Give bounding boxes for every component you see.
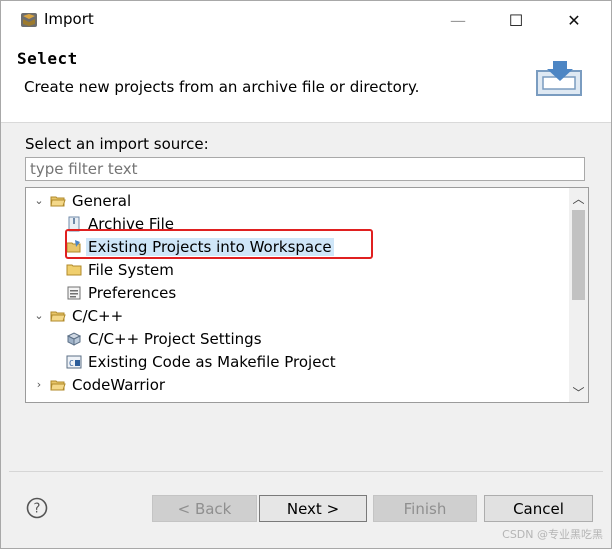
tree-item-label: C/C++ Project Settings [88, 329, 262, 348]
annotation-highlight-box [65, 229, 373, 259]
scroll-up-icon[interactable]: ︿ [569, 190, 588, 206]
tree-item[interactable]: C Existing Code as Makefile Project [66, 350, 338, 373]
tree-item-label: File System [88, 260, 174, 279]
import-source-tree[interactable]: ︿ ﹀ ⌄ General Archive File Existing Project… [25, 187, 589, 403]
chevron-down-icon[interactable]: ⌄ [32, 309, 46, 323]
tree-item[interactable]: › CodeWarrior [32, 373, 167, 396]
tree-item[interactable]: Preferences [66, 281, 178, 304]
finish-button[interactable]: Finish [373, 495, 477, 522]
svg-text:?: ? [34, 502, 41, 517]
tree-item[interactable]: ⌄ General [32, 189, 133, 212]
tree-item-label: Preferences [88, 283, 177, 302]
tree-item-label: General [72, 191, 132, 210]
next-button[interactable]: Next > [259, 495, 367, 522]
back-button[interactable]: < Back [152, 495, 257, 522]
help-icon[interactable]: ? [26, 497, 48, 519]
import-source-label: Select an import source: [25, 135, 209, 153]
footer-divider [9, 471, 603, 472]
close-button[interactable]: ✕ [551, 1, 597, 39]
project-settings-icon [66, 331, 82, 347]
maximize-button[interactable]: ☐ [493, 1, 539, 39]
filter-input[interactable] [25, 157, 585, 181]
tree-item[interactable]: File System [66, 258, 176, 281]
scroll-down-icon[interactable]: ﹀ [569, 384, 588, 400]
tree-item-label: CodeWarrior [72, 375, 166, 394]
tree-item-label: Existing Code as Makefile Project [88, 352, 336, 371]
preferences-icon [66, 285, 82, 301]
tree-scrollbar[interactable]: ︿ ﹀ [569, 188, 588, 402]
minimize-button[interactable]: — [435, 1, 481, 39]
folder-open-icon [50, 193, 66, 209]
window-title: Import [44, 10, 94, 28]
folder-open-icon [50, 308, 66, 324]
page-description: Create new projects from an archive file… [24, 78, 420, 96]
scroll-thumb[interactable] [572, 210, 585, 300]
watermark: CSDN @专业黑吃黑 [502, 528, 603, 541]
import-banner-icon [531, 57, 587, 99]
cancel-button[interactable]: Cancel [484, 495, 593, 522]
import-dialog: Import — ☐ ✕ Select Create new projects … [0, 0, 612, 549]
title-bar: Import — ☐ ✕ [1, 1, 611, 39]
svg-text:C: C [69, 359, 74, 368]
tree-item[interactable]: ⌄ C/C++ [32, 304, 125, 327]
wizard-header: Select Create new projects from an archi… [1, 39, 611, 123]
folder-icon [66, 262, 82, 278]
folder-open-icon [50, 377, 66, 393]
chevron-down-icon[interactable]: ⌄ [32, 194, 46, 208]
chevron-right-icon[interactable]: › [32, 378, 46, 392]
tree-item[interactable]: C/C++ Project Settings [66, 327, 264, 350]
makefile-project-icon: C [66, 354, 82, 370]
tree-item-label: C/C++ [72, 306, 124, 325]
eclipse-app-icon [19, 10, 39, 30]
page-title: Select [17, 49, 78, 68]
